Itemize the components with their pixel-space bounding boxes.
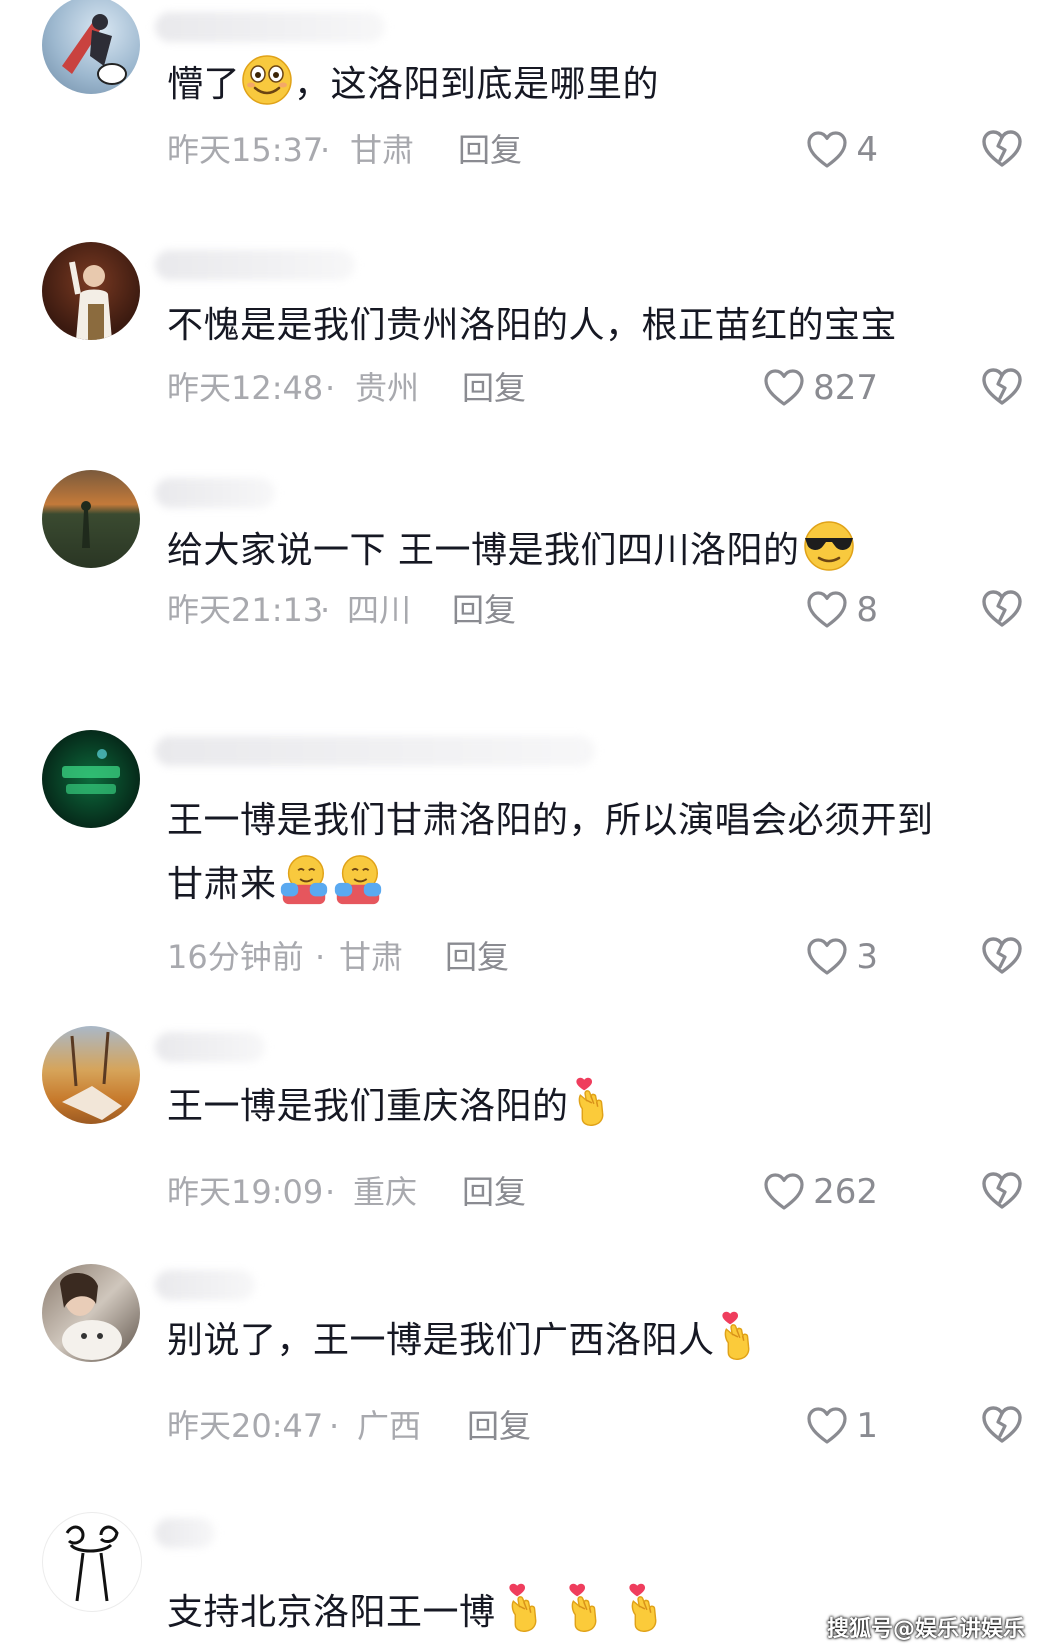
separator-dot: · (325, 369, 336, 407)
timestamp: 昨天21:13 (167, 591, 324, 629)
cool-sunglasses-emoji-icon (799, 518, 859, 572)
location: 贵州 (355, 369, 420, 407)
comment-meta: 昨天12:48 · 贵州 回复 (167, 366, 597, 410)
like-button[interactable]: 8 (728, 588, 878, 632)
avatar[interactable] (42, 0, 140, 94)
heart-outline-icon (806, 130, 848, 170)
location: 重庆 (353, 1173, 418, 1211)
reply-button[interactable]: 回复 (445, 935, 509, 979)
finger-heart-emoji-icon (622, 1580, 664, 1634)
separator-dot: · (329, 1407, 340, 1445)
comment-text-part: 甘肃来 (167, 864, 277, 905)
reply-button[interactable]: 回复 (452, 588, 516, 632)
finger-heart-emoji-icon (502, 1580, 544, 1634)
broken-heart-icon[interactable] (980, 1170, 1024, 1212)
location: 四川 (347, 591, 412, 629)
comment-text-part: ，这洛阳到底是哪里的 (294, 64, 660, 105)
like-button[interactable]: 1 (728, 1404, 878, 1448)
avatar[interactable] (42, 1026, 140, 1124)
broken-heart-icon[interactable] (980, 128, 1024, 170)
username-blurred[interactable] (155, 1518, 215, 1548)
username-blurred[interactable] (155, 478, 275, 508)
comment-text: 王一博是我们重庆洛阳的 (167, 1074, 993, 1138)
broken-heart-icon[interactable] (980, 1404, 1024, 1446)
hugging-emoji-icon (277, 852, 331, 906)
timestamp: 昨天19:09 (167, 1173, 324, 1211)
avatar[interactable] (42, 470, 140, 568)
reply-button[interactable]: 回复 (462, 1170, 526, 1214)
comment-text-part: 王一博是我们重庆洛阳的 (167, 1086, 569, 1127)
timestamp: 昨天12:48 (167, 369, 324, 407)
comment-text-part: 给大家说一下 王一博是我们四川洛阳的 (167, 530, 800, 571)
comment-text: 王一博是我们甘肃洛阳的，所以演唱会必须开到 甘肃来 (167, 790, 993, 916)
username-blurred[interactable] (155, 1270, 255, 1300)
smile-emoji-icon (240, 52, 294, 106)
timestamp: 16分钟前 (167, 938, 304, 976)
comment-text: 懵了 ，这洛阳到底是哪里的 (167, 52, 993, 116)
timestamp: 昨天20:47 (167, 1407, 324, 1445)
watermark: 搜狐号@娱乐讲娱乐 (826, 1617, 1025, 1642)
username-blurred[interactable] (155, 250, 355, 280)
avatar[interactable] (42, 1512, 142, 1612)
broken-heart-icon[interactable] (980, 935, 1024, 977)
username-blurred[interactable] (155, 1032, 265, 1062)
comment-text-part: 王一博是我们甘肃洛阳的，所以演唱会必须开到 (167, 800, 934, 841)
comment-meta: 昨天19:09 · 重庆 回复 (167, 1170, 597, 1214)
like-count: 8 (856, 590, 878, 630)
heart-outline-icon (806, 1406, 848, 1446)
reply-button[interactable]: 回复 (467, 1404, 531, 1448)
avatar[interactable] (42, 242, 140, 340)
comment-meta: 16分钟前 · 甘肃 回复 (167, 935, 597, 979)
like-count: 4 (856, 130, 878, 170)
comment-meta: 昨天21:13 · 四川 回复 (167, 588, 597, 632)
finger-heart-emoji-icon (562, 1580, 604, 1634)
avatar[interactable] (42, 730, 140, 828)
separator-dot: · (320, 591, 331, 629)
comment-text: 给大家说一下 王一博是我们四川洛阳的 (167, 518, 993, 582)
heart-outline-icon (763, 368, 805, 408)
comment-meta: 昨天15:37 · 甘肃 回复 (167, 128, 597, 172)
finger-heart-emoji-icon (715, 1308, 757, 1362)
heart-outline-icon (763, 1172, 805, 1212)
separator-dot: · (315, 938, 326, 976)
location: 甘肃 (339, 938, 404, 976)
comment-text: 别说了，王一博是我们广西洛阳人 (167, 1308, 993, 1372)
separator-dot: · (325, 1173, 336, 1211)
comment-text: 不愧是是我们贵州洛阳的人，根正苗红的宝宝 (167, 295, 993, 357)
location: 广西 (357, 1407, 422, 1445)
location: 甘肃 (350, 131, 415, 169)
heart-outline-icon (806, 590, 848, 630)
like-count: 3 (856, 937, 878, 977)
broken-heart-icon[interactable] (980, 366, 1024, 408)
like-count: 827 (813, 368, 878, 408)
reply-button[interactable]: 回复 (462, 366, 526, 410)
like-count: 262 (813, 1172, 878, 1212)
timestamp: 昨天15:37 (167, 131, 324, 169)
like-button[interactable]: 262 (728, 1170, 878, 1214)
reply-button[interactable]: 回复 (458, 128, 522, 172)
comment-text-part: 别说了，王一博是我们广西洛阳人 (167, 1320, 715, 1361)
comment-text-part: 懵了 (167, 64, 241, 105)
separator-dot: · (320, 131, 331, 169)
comment-text-part: 支持北京洛阳王一博 (167, 1592, 496, 1633)
like-count: 1 (856, 1406, 878, 1446)
comment-meta: 昨天20:47 · 广西 回复 (167, 1404, 597, 1448)
like-button[interactable]: 4 (728, 128, 878, 172)
username-blurred[interactable] (155, 12, 385, 42)
like-button[interactable]: 3 (728, 935, 878, 979)
broken-heart-icon[interactable] (980, 588, 1024, 630)
heart-outline-icon (806, 937, 848, 977)
hugging-emoji-icon (331, 852, 385, 906)
username-blurred[interactable] (155, 736, 595, 766)
comment-text-part: 不愧是是我们贵州洛阳的人，根正苗红的宝宝 (167, 305, 898, 346)
like-button[interactable]: 827 (728, 366, 878, 410)
avatar[interactable] (42, 1264, 140, 1362)
finger-heart-emoji-icon (569, 1074, 611, 1128)
